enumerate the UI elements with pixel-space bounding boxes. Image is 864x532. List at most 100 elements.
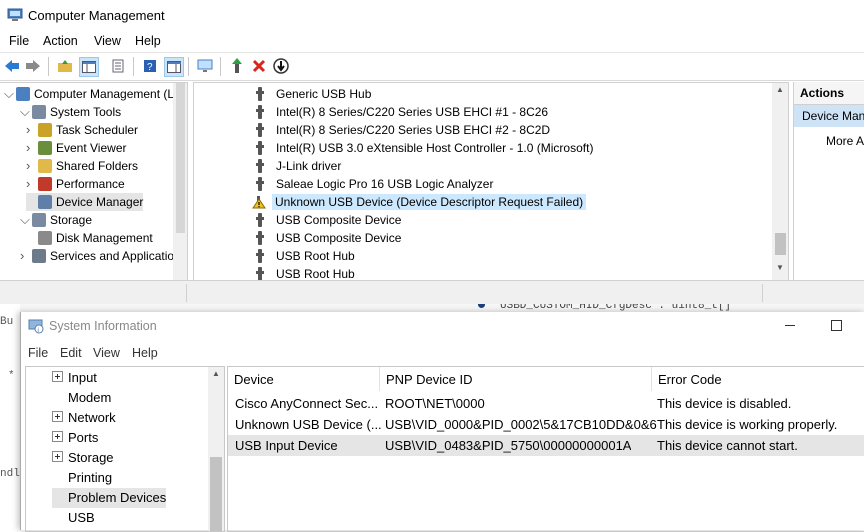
expand-plus-icon[interactable] xyxy=(52,451,63,462)
device-list-item[interactable]: Saleae Logic Pro 16 USB Logic Analyzer xyxy=(256,175,493,193)
storage-icon xyxy=(32,213,46,227)
column-header-error-code[interactable]: Error Code xyxy=(652,367,864,391)
chevron-right-icon[interactable]: › xyxy=(20,247,32,265)
expand-plus-icon[interactable] xyxy=(52,411,63,422)
toolbar: ? xyxy=(0,52,864,81)
device-list-scrollbar[interactable]: ▲ ▼ xyxy=(772,83,788,281)
device-list-item[interactable]: Unknown USB Device (Device Descriptor Re… xyxy=(252,193,587,211)
tree-item-label: Device Manager xyxy=(56,195,144,209)
device-list-item[interactable]: Intel(R) 8 Series/C220 Series USB EHCI #… xyxy=(256,121,550,139)
toolbar-separator xyxy=(48,57,49,76)
device-list-item[interactable]: USB Composite Device xyxy=(256,229,401,247)
si-menu-edit[interactable]: Edit xyxy=(60,346,82,360)
help-icon[interactable]: ? xyxy=(141,57,159,75)
menu-action[interactable]: Action xyxy=(43,34,78,48)
cell-error-code: This device is working properly. xyxy=(657,417,838,432)
back-arrow-icon[interactable] xyxy=(3,57,21,75)
chevron-right-icon[interactable]: › xyxy=(26,121,38,139)
device-list-item[interactable]: Generic USB Hub xyxy=(256,85,371,103)
si-tree-item[interactable]: Network xyxy=(52,408,116,428)
cell-error-code: This device cannot start. xyxy=(657,438,798,453)
expand-plus-icon[interactable] xyxy=(52,371,63,382)
device-list-item[interactable]: Intel(R) 8 Series/C220 Series USB EHCI #… xyxy=(256,103,548,121)
update-driver-icon[interactable] xyxy=(228,57,246,75)
code-fragment: * xyxy=(8,370,15,382)
device-label: USB Composite Device xyxy=(276,231,402,245)
toolbar-separator xyxy=(133,57,134,76)
menu-view[interactable]: View xyxy=(94,34,121,48)
si-tree-scrollbar-thumb[interactable] xyxy=(210,457,222,531)
chevron-down-icon[interactable]: ⌵ xyxy=(20,211,32,229)
column-header-pnp-device-id[interactable]: PNP Device ID xyxy=(380,367,652,391)
monitor-icon[interactable] xyxy=(196,57,214,75)
chevron-right-icon[interactable]: › xyxy=(26,157,38,175)
tree-item[interactable]: Device Manager xyxy=(26,193,144,211)
tree-item[interactable]: › Event Viewer xyxy=(26,139,126,157)
code-fragment: Bu xyxy=(0,316,14,328)
table-row[interactable]: USB Input Device USB\VID_0483&PID_5750\00… xyxy=(228,435,864,456)
device-list-item[interactable]: Intel(R) USB 3.0 eXtensible Host Control… xyxy=(256,139,593,157)
tree-item[interactable]: › Task Scheduler xyxy=(26,121,138,139)
tree-item[interactable]: › Shared Folders xyxy=(26,157,138,175)
maximize-icon[interactable] xyxy=(831,320,842,331)
actions-device-manager[interactable]: Device Man xyxy=(794,105,864,127)
menu-help[interactable]: Help xyxy=(135,34,161,48)
tree-scrollbar[interactable] xyxy=(173,83,187,281)
chevron-right-icon[interactable]: › xyxy=(26,139,38,157)
si-title-bar[interactable]: i System Information xyxy=(21,312,864,342)
chevron-down-icon[interactable]: ⌵ xyxy=(4,85,16,103)
table-row[interactable]: Unknown USB Device (... USB\VID_0000&PID_… xyxy=(228,414,864,435)
chevron-down-icon[interactable]: ⌵ xyxy=(20,103,32,121)
si-tree-item-label: Problem Devices xyxy=(68,490,167,505)
column-header-device[interactable]: Device xyxy=(228,367,380,391)
tree-item[interactable]: › Performance xyxy=(26,175,125,193)
scroll-down-icon[interactable]: ▼ xyxy=(776,263,784,272)
table-row[interactable]: Cisco AnyConnect Sec... ROOT\NET\0000 This… xyxy=(228,393,864,414)
si-tree-item-label: Input xyxy=(68,370,97,385)
scroll-up-icon[interactable]: ▲ xyxy=(212,369,220,378)
cell-device: USB Input Device xyxy=(235,438,338,453)
show-hide-console-tree-icon[interactable] xyxy=(79,57,99,77)
cell-device: Cisco AnyConnect Sec... xyxy=(235,396,379,411)
si-tree-item[interactable]: Storage xyxy=(52,448,114,468)
properties-icon[interactable] xyxy=(109,57,127,75)
si-tree-item[interactable]: Modem xyxy=(52,388,111,408)
cell-device: Unknown USB Device (... xyxy=(235,417,382,432)
device-list-item[interactable]: USB Root Hub xyxy=(256,247,355,265)
up-folder-icon[interactable] xyxy=(56,57,74,75)
tree-item[interactable]: › Services and Applicatior xyxy=(20,247,178,265)
tree-item[interactable]: Disk Management xyxy=(26,229,153,247)
tree-scrollbar-thumb[interactable] xyxy=(176,83,185,233)
si-tree-item[interactable]: Ports xyxy=(52,428,98,448)
si-tree-scrollbar[interactable]: ▲ xyxy=(208,367,224,531)
show-hide-action-pane-icon[interactable] xyxy=(164,57,184,77)
device-list-item[interactable]: USB Composite Device xyxy=(256,211,401,229)
tree-item[interactable]: ⌵ System Tools xyxy=(20,103,121,121)
minimize-icon[interactable] xyxy=(785,325,795,326)
si-menu-view[interactable]: View xyxy=(93,346,120,360)
usb-plug-icon xyxy=(256,141,264,155)
expand-plus-icon[interactable] xyxy=(52,431,63,442)
device-list-item[interactable]: J-Link driver xyxy=(256,157,341,175)
si-tree-item[interactable]: Problem Devices xyxy=(52,488,167,508)
cell-pnp-device-id: USB\VID_0000&PID_0002\5&17CB10DD&0&6 xyxy=(385,417,657,432)
usb-plug-icon xyxy=(256,123,264,137)
enable-device-icon[interactable] xyxy=(272,57,290,75)
device-list-scrollbar-thumb[interactable] xyxy=(775,233,786,255)
si-menu-help[interactable]: Help xyxy=(132,346,158,360)
title-bar[interactable]: Computer Management xyxy=(0,0,864,30)
svg-text:?: ? xyxy=(147,62,153,73)
si-tree-item[interactable]: USB xyxy=(52,508,95,528)
si-menu-file[interactable]: File xyxy=(28,346,48,360)
si-tree-item[interactable]: Input xyxy=(52,368,97,388)
tree-item[interactable]: ⌵ Computer Management (Lc xyxy=(4,85,180,103)
scroll-up-icon[interactable]: ▲ xyxy=(776,85,784,94)
uninstall-device-icon[interactable] xyxy=(250,57,268,75)
forward-arrow-icon[interactable] xyxy=(24,57,42,75)
chevron-right-icon[interactable]: › xyxy=(26,175,38,193)
more-actions-link[interactable]: More A xyxy=(826,134,864,148)
tree-item[interactable]: ⌵ Storage xyxy=(20,211,92,229)
si-tree-item[interactable]: Printing xyxy=(52,468,112,488)
menu-file[interactable]: File xyxy=(9,34,29,48)
device-label: Saleae Logic Pro 16 USB Logic Analyzer xyxy=(276,177,494,191)
